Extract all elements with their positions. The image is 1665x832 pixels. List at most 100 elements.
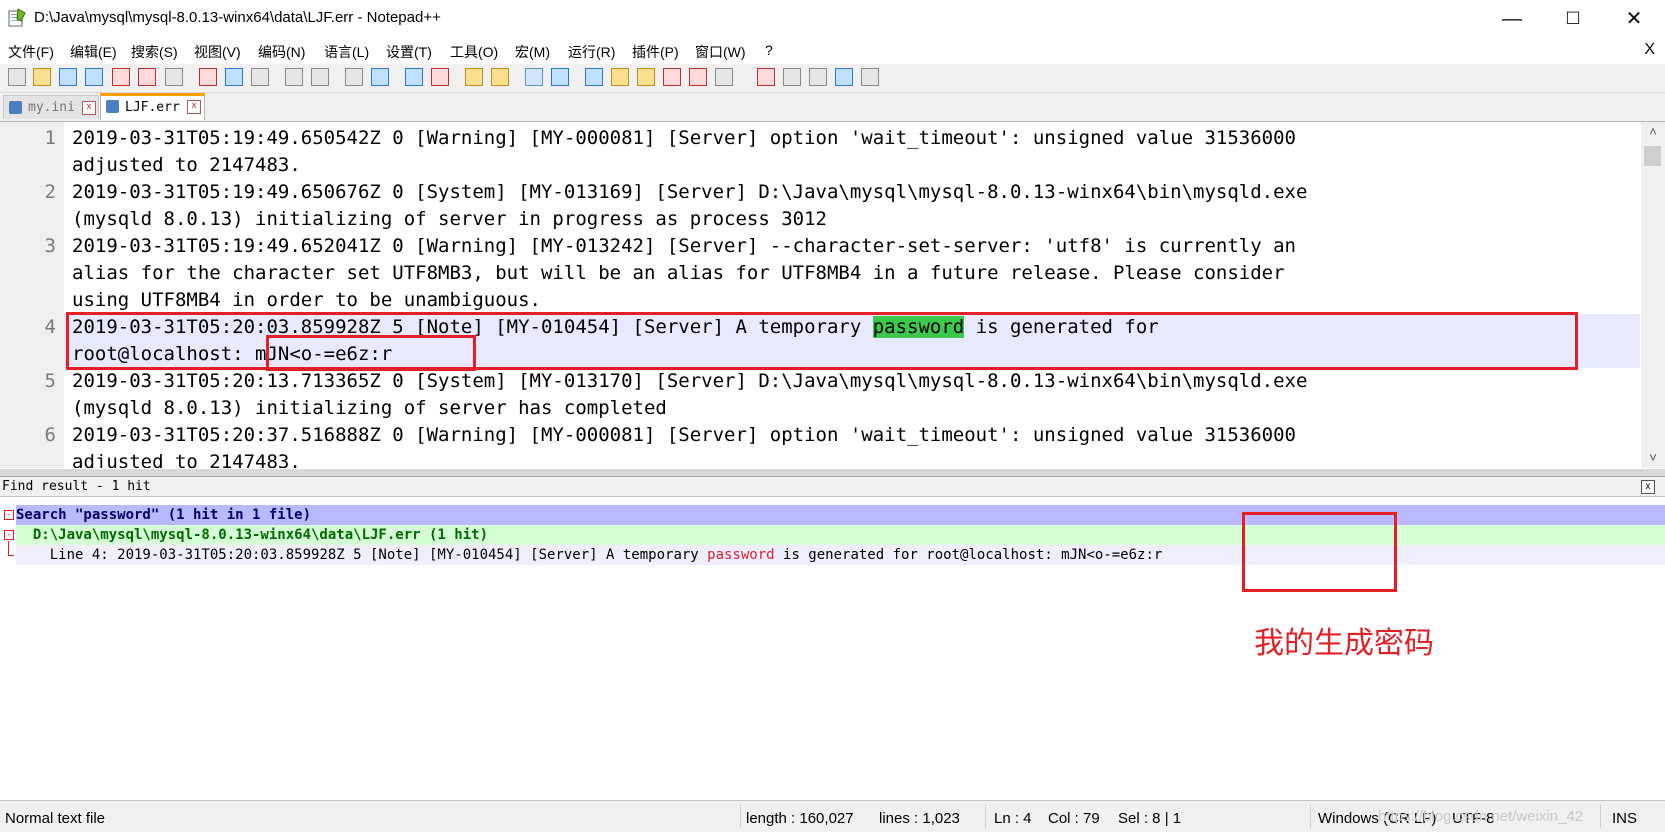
redo-icon[interactable] bbox=[311, 68, 329, 86]
menu-language[interactable]: 语言(L) bbox=[324, 42, 369, 62]
doc-map-icon[interactable] bbox=[611, 68, 629, 86]
minimize-button[interactable]: — bbox=[1484, 0, 1540, 38]
menu-settings[interactable]: 设置(T) bbox=[386, 42, 432, 62]
line-text: 2019-03-31T05:20:13.713365Z 0 [System] [… bbox=[72, 370, 1308, 392]
menu-window[interactable]: 窗口(W) bbox=[695, 42, 746, 62]
line-text-wrap: using UTF8MB4 in order to be unambiguous… bbox=[72, 289, 541, 311]
line-text-wrap: adjusted to 2147483. bbox=[72, 154, 301, 176]
scroll-thumb[interactable] bbox=[1644, 146, 1661, 166]
save-all-icon[interactable] bbox=[85, 68, 103, 86]
zoom-out-icon[interactable] bbox=[431, 68, 449, 86]
new-file-icon[interactable] bbox=[8, 68, 26, 86]
maximize-button[interactable]: ☐ bbox=[1545, 0, 1601, 38]
stop-macro-icon[interactable] bbox=[783, 68, 801, 86]
window-title: D:\Java\mysql\mysql-8.0.13-winx64\data\L… bbox=[34, 9, 441, 26]
close-icon[interactable]: x bbox=[1641, 480, 1655, 494]
tab-my-ini[interactable]: my.ini x bbox=[3, 95, 99, 119]
tab-label: my.ini bbox=[28, 100, 75, 115]
monitor-icon[interactable] bbox=[689, 68, 707, 86]
close-icon[interactable] bbox=[112, 68, 130, 86]
editor-line-5: 5 2019-03-31T05:20:13.713365Z 0 [System]… bbox=[0, 368, 1640, 422]
function-list-icon[interactable] bbox=[637, 68, 655, 86]
status-separator bbox=[985, 805, 986, 828]
tab-close-icon[interactable]: x bbox=[187, 100, 201, 114]
close-window-button[interactable]: ✕ bbox=[1606, 0, 1662, 38]
line-text-wrap: root@localhost: mJN<o-=e6z:r bbox=[72, 343, 393, 365]
tab-ljf-err[interactable]: LJF.err x bbox=[100, 93, 205, 120]
menu-file[interactable]: 文件(F) bbox=[8, 42, 54, 62]
line-number: 6 bbox=[44, 424, 56, 446]
tab-label: LJF.err bbox=[125, 100, 180, 115]
menu-encoding[interactable]: 编码(N) bbox=[258, 42, 305, 62]
play-macro-icon[interactable] bbox=[809, 68, 827, 86]
folder-workspace-icon[interactable] bbox=[663, 68, 681, 86]
sync-vertical-icon[interactable] bbox=[465, 68, 483, 86]
editor-pane[interactable]: 1 2019-03-31T05:19:49.650542Z 0 [Warning… bbox=[0, 122, 1665, 468]
menu-bar: 文件(F) 编辑(E) 搜索(S) 视图(V) 编码(N) 语言(L) 设置(T… bbox=[0, 38, 1665, 64]
indent-guide-icon[interactable] bbox=[585, 68, 603, 86]
menu-help[interactable]: ? bbox=[765, 42, 773, 58]
undo-icon[interactable] bbox=[285, 68, 303, 86]
close-all-icon[interactable] bbox=[138, 68, 156, 86]
paste-icon[interactable] bbox=[251, 68, 269, 86]
copy-icon[interactable] bbox=[225, 68, 243, 86]
line-number: 3 bbox=[44, 235, 56, 257]
fold-minus-icon[interactable]: - bbox=[4, 530, 14, 540]
cut-icon[interactable] bbox=[199, 68, 217, 86]
find-icon[interactable] bbox=[345, 68, 363, 86]
menu-macro[interactable]: 宏(M) bbox=[515, 42, 550, 62]
menu-run[interactable]: 运行(R) bbox=[568, 42, 615, 62]
status-file-type: Normal text file bbox=[5, 810, 106, 827]
editor-line-4: 4 2019-03-31T05:20:03.859928Z 5 [Note] [… bbox=[0, 314, 1640, 368]
line-number: 2 bbox=[44, 181, 56, 203]
file-result-row[interactable]: D:\Java\mysql\mysql-8.0.13-winx64\data\L… bbox=[16, 525, 1665, 545]
panel-splitter[interactable] bbox=[0, 468, 1665, 477]
menu-view[interactable]: 视图(V) bbox=[194, 42, 241, 62]
menu-plugins[interactable]: 插件(P) bbox=[632, 42, 679, 62]
save-icon[interactable] bbox=[59, 68, 77, 86]
line-number: 4 bbox=[44, 316, 56, 338]
scroll-up-icon[interactable]: ˄ bbox=[1641, 122, 1665, 142]
find-results-header: Find result - 1 hit x bbox=[0, 477, 1665, 497]
search-summary-row[interactable]: Search "password" (1 hit in 1 file) bbox=[16, 505, 1665, 525]
line-text: 2019-03-31T05:20:37.516888Z 0 [Warning] … bbox=[72, 424, 1296, 446]
line-result-row[interactable]: Line 4: 2019-03-31T05:20:03.859928Z 5 [N… bbox=[16, 545, 1665, 565]
tab-bar: my.ini x LJF.err x bbox=[0, 93, 1665, 122]
annotation-text: 我的生成密码 bbox=[1254, 626, 1434, 661]
menu-edit[interactable]: 编辑(E) bbox=[70, 42, 117, 62]
eye-icon[interactable] bbox=[715, 68, 733, 86]
sync-horizontal-icon[interactable] bbox=[491, 68, 509, 86]
word-wrap-icon[interactable] bbox=[525, 68, 543, 86]
title-bar: D:\Java\mysql\mysql-8.0.13-winx64\data\L… bbox=[0, 0, 1665, 38]
result-match: password bbox=[707, 547, 775, 563]
tab-close-icon[interactable]: x bbox=[82, 101, 96, 115]
status-separator bbox=[1600, 805, 1601, 828]
status-separator bbox=[1310, 805, 1311, 828]
menu-tools[interactable]: 工具(O) bbox=[450, 42, 498, 62]
zoom-in-icon[interactable] bbox=[405, 68, 423, 86]
line-text: 2019-03-31T05:19:49.652041Z 0 [Warning] … bbox=[72, 235, 1296, 257]
vertical-scrollbar[interactable]: ˄ ˅ bbox=[1641, 122, 1665, 468]
status-col: Col : 79 bbox=[1048, 810, 1100, 827]
line-text-wrap: alias for the character set UTF8MB3, but… bbox=[72, 262, 1285, 284]
close-document-button[interactable]: X bbox=[1644, 41, 1655, 59]
scroll-down-icon[interactable]: ˅ bbox=[1641, 448, 1665, 468]
line-number: 5 bbox=[44, 370, 56, 392]
save-macro-icon[interactable] bbox=[861, 68, 879, 86]
replace-icon[interactable] bbox=[371, 68, 389, 86]
line-number: 1 bbox=[44, 127, 56, 149]
show-all-chars-icon[interactable] bbox=[551, 68, 569, 86]
saved-file-icon bbox=[106, 100, 119, 113]
open-file-icon[interactable] bbox=[33, 68, 51, 86]
line-text: 2019-03-31T05:19:49.650542Z 0 [Warning] … bbox=[72, 127, 1296, 149]
line-text: 2019-03-31T05:20:03.859928Z 5 [Note] [MY… bbox=[72, 314, 1159, 341]
print-icon[interactable] bbox=[165, 68, 183, 86]
play-multiple-icon[interactable] bbox=[835, 68, 853, 86]
status-mode: INS bbox=[1612, 810, 1638, 827]
record-macro-icon[interactable] bbox=[757, 68, 775, 86]
editor-line-6: 6 2019-03-31T05:20:37.516888Z 0 [Warning… bbox=[0, 422, 1640, 468]
saved-file-icon bbox=[9, 101, 22, 114]
fold-minus-icon[interactable]: - bbox=[4, 510, 14, 520]
menu-search[interactable]: 搜索(S) bbox=[131, 42, 178, 62]
status-lines: lines : 1,023 bbox=[879, 810, 960, 827]
